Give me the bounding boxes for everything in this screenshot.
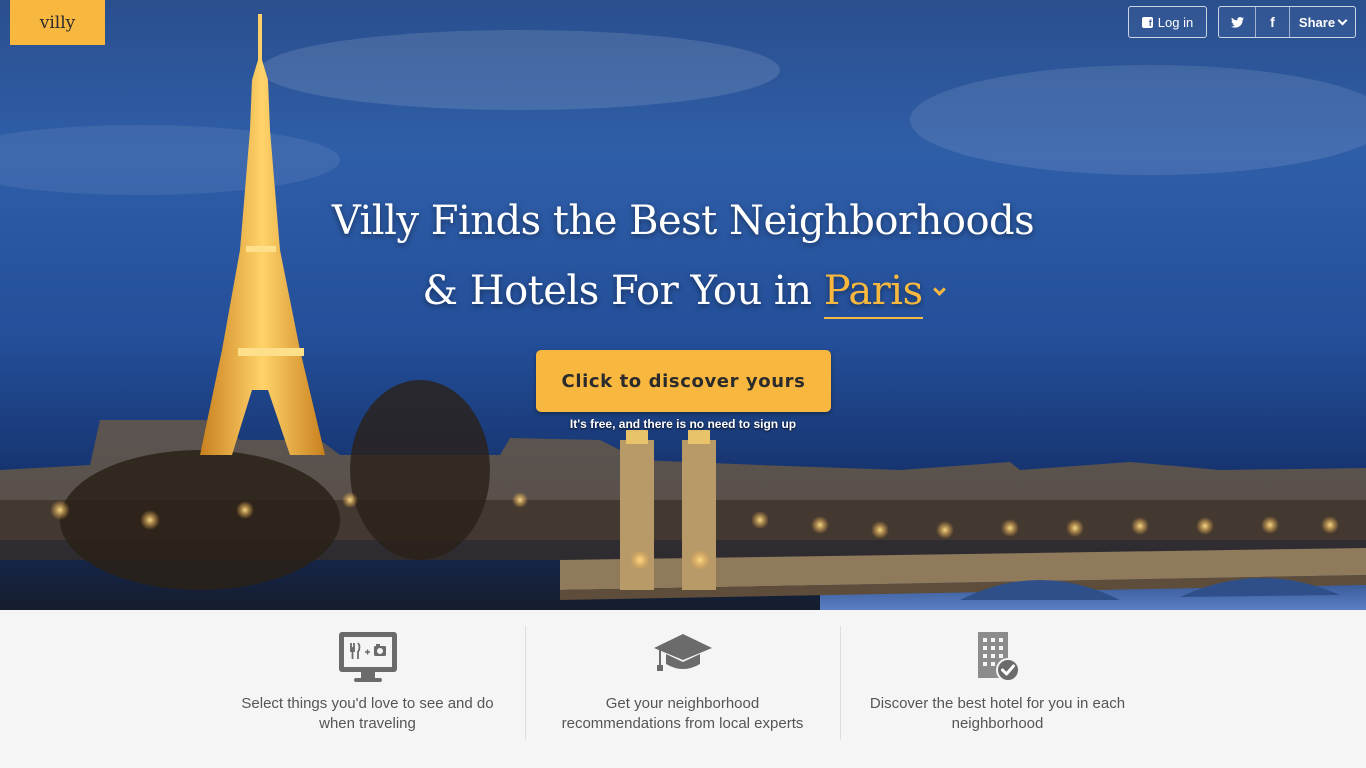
city-chevron-down-icon[interactable]	[932, 283, 946, 296]
feature-select-activities: Select things you'd love to see and do w…	[210, 610, 525, 768]
villy-logo[interactable]: villy	[10, 0, 105, 45]
city-selector[interactable]: Paris	[823, 268, 923, 319]
facebook-f-icon: f	[1270, 14, 1275, 30]
headline-line-2-prefix: & Hotels For You in	[422, 268, 824, 314]
share-dropdown-button[interactable]: Share	[1289, 7, 1355, 37]
building-check-icon	[977, 632, 1020, 682]
feature-local-experts: Get your neighborhood recommendations fr…	[525, 610, 840, 768]
cta-subtext: It's free, and there is no need to sign …	[569, 417, 797, 431]
features-section: Select things you'd love to see and do w…	[0, 610, 1366, 768]
discover-cta-button[interactable]: Click to discover yours	[536, 350, 831, 412]
login-label: Log in	[1157, 14, 1194, 30]
chevron-down-icon	[1337, 15, 1348, 25]
graduation-cap-icon	[653, 634, 712, 671]
facebook-icon: f	[1141, 16, 1153, 28]
facebook-share-button[interactable]: f	[1255, 7, 1289, 37]
share-label: Share	[1298, 14, 1336, 30]
login-button[interactable]: f Log in	[1128, 6, 1207, 38]
twitter-share-button[interactable]	[1219, 7, 1255, 37]
headline-line-1: Villy Finds the Best Neighborhoods	[331, 198, 1035, 244]
twitter-icon	[1230, 16, 1244, 28]
share-button-group: f Share	[1218, 6, 1356, 38]
feature-1-text: Select things you'd love to see and do w…	[241, 695, 494, 732]
headline-line-2: & Hotels For You in Paris	[0, 268, 1366, 319]
feature-3-text: Discover the best hotel for you in each …	[869, 695, 1126, 732]
hero-section: villy f Log in f Share Villy Finds the B…	[0, 0, 1366, 610]
monitor-food-camera-icon	[338, 632, 397, 682]
feature-best-hotel: Discover the best hotel for you in each …	[840, 610, 1155, 768]
feature-2-text: Get your neighborhood recommendations fr…	[561, 695, 804, 732]
